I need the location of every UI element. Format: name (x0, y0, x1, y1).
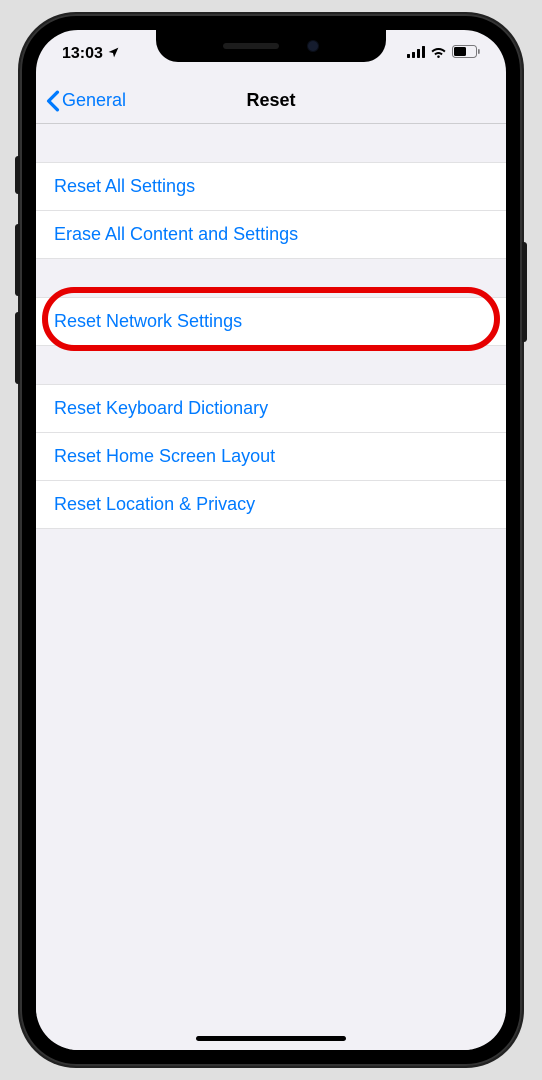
notch (156, 30, 386, 62)
back-label: General (62, 90, 126, 111)
erase-all-content-row[interactable]: Erase All Content and Settings (36, 211, 506, 259)
silent-switch (15, 156, 20, 194)
section-other-reset: Reset Keyboard Dictionary Reset Home Scr… (36, 384, 506, 529)
home-indicator[interactable] (196, 1036, 346, 1041)
row-label: Reset Network Settings (54, 311, 242, 331)
chevron-left-icon (46, 90, 60, 112)
reset-home-screen-row[interactable]: Reset Home Screen Layout (36, 433, 506, 481)
screen: 13:03 (36, 30, 506, 1050)
location-services-icon (107, 46, 120, 62)
content-area: Reset All Settings Erase All Content and… (36, 124, 506, 1050)
cellular-signal-icon (407, 45, 425, 63)
reset-keyboard-dictionary-row[interactable]: Reset Keyboard Dictionary (36, 384, 506, 433)
phone-frame: 13:03 (20, 14, 522, 1066)
row-label: Reset Location & Privacy (54, 494, 255, 514)
battery-icon (452, 45, 480, 63)
row-label: Erase All Content and Settings (54, 224, 298, 244)
status-time: 13:03 (62, 45, 103, 63)
page-title: Reset (246, 90, 295, 111)
speaker-grille (223, 43, 279, 49)
section-general-reset: Reset All Settings Erase All Content and… (36, 162, 506, 259)
status-right (407, 45, 480, 63)
reset-location-privacy-row[interactable]: Reset Location & Privacy (36, 481, 506, 529)
status-left: 13:03 (62, 45, 120, 63)
nav-bar: General Reset (36, 78, 506, 124)
row-label: Reset Keyboard Dictionary (54, 398, 268, 418)
power-button (522, 242, 527, 342)
reset-all-settings-row[interactable]: Reset All Settings (36, 162, 506, 211)
wifi-icon (430, 45, 447, 63)
row-label: Reset All Settings (54, 176, 195, 196)
section-network-reset: Reset Network Settings (36, 297, 506, 346)
volume-down-button (15, 312, 20, 384)
front-camera (307, 40, 319, 52)
back-button[interactable]: General (46, 90, 126, 112)
row-label: Reset Home Screen Layout (54, 446, 275, 466)
reset-network-settings-row[interactable]: Reset Network Settings (36, 297, 506, 346)
volume-up-button (15, 224, 20, 296)
